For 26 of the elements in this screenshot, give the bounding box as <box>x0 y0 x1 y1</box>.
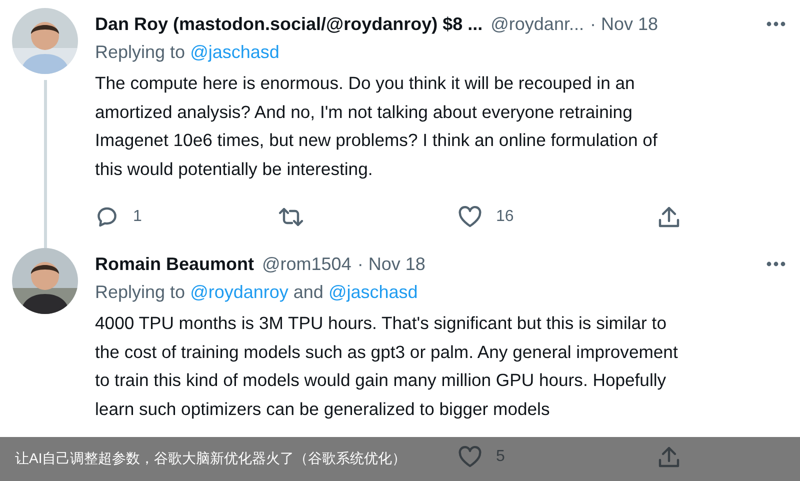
tweet-text: The compute here is enormous. Do you think it will be recouped in an amortized analysis? And no, I'm not talking about everyone retraining Imagenet 10e6 times, but new problems? I think an online formulation of this would potentially be interesting. <box>95 72 658 181</box>
tweet-text: 4000 TPU months is 3M TPU hours. That's significant but this is similar to the cost of training models such as gpt3 or palm. Any general improvement to train this kind of models would gain many million GPU hours. Hopefully learn such optimizers can be generalized to bigger models <box>95 312 679 421</box>
author-name[interactable]: Dan Roy (mastodon.social/@roydanroy) $8 ... <box>95 14 483 34</box>
author-handle: @rom1504 <box>262 254 352 274</box>
heart-icon[interactable] <box>458 206 482 228</box>
retweet-icon[interactable] <box>278 205 304 229</box>
more-icon[interactable] <box>766 261 786 267</box>
author-handle: @roydanr... <box>490 14 584 34</box>
mention-link[interactable]: @jaschasd <box>190 42 280 63</box>
mention-link[interactable]: @jaschasd <box>328 282 418 303</box>
mention-link[interactable]: @roydanroy <box>190 282 288 303</box>
tweet-date: · Nov 18 <box>357 254 426 274</box>
caption-text: 让AI自己调整超参数，谷歌大脑新优化器火了（谷歌系统优化） <box>15 450 406 468</box>
reply-context: Replying to <box>95 282 186 303</box>
reply-count: 1 <box>133 208 142 226</box>
share-icon[interactable] <box>658 205 680 229</box>
share-icon[interactable] <box>658 445 680 469</box>
author-name[interactable]: Romain Beaumont <box>95 254 254 274</box>
tweet-date: · Nov 18 <box>590 14 658 34</box>
heart-icon[interactable] <box>458 446 482 468</box>
reply-context: Replying to <box>95 42 186 63</box>
more-icon[interactable] <box>766 21 786 27</box>
like-count: 16 <box>496 208 514 226</box>
like-count: 5 <box>496 448 505 466</box>
reply-context: and <box>293 282 324 303</box>
reply-icon[interactable] <box>95 205 119 229</box>
